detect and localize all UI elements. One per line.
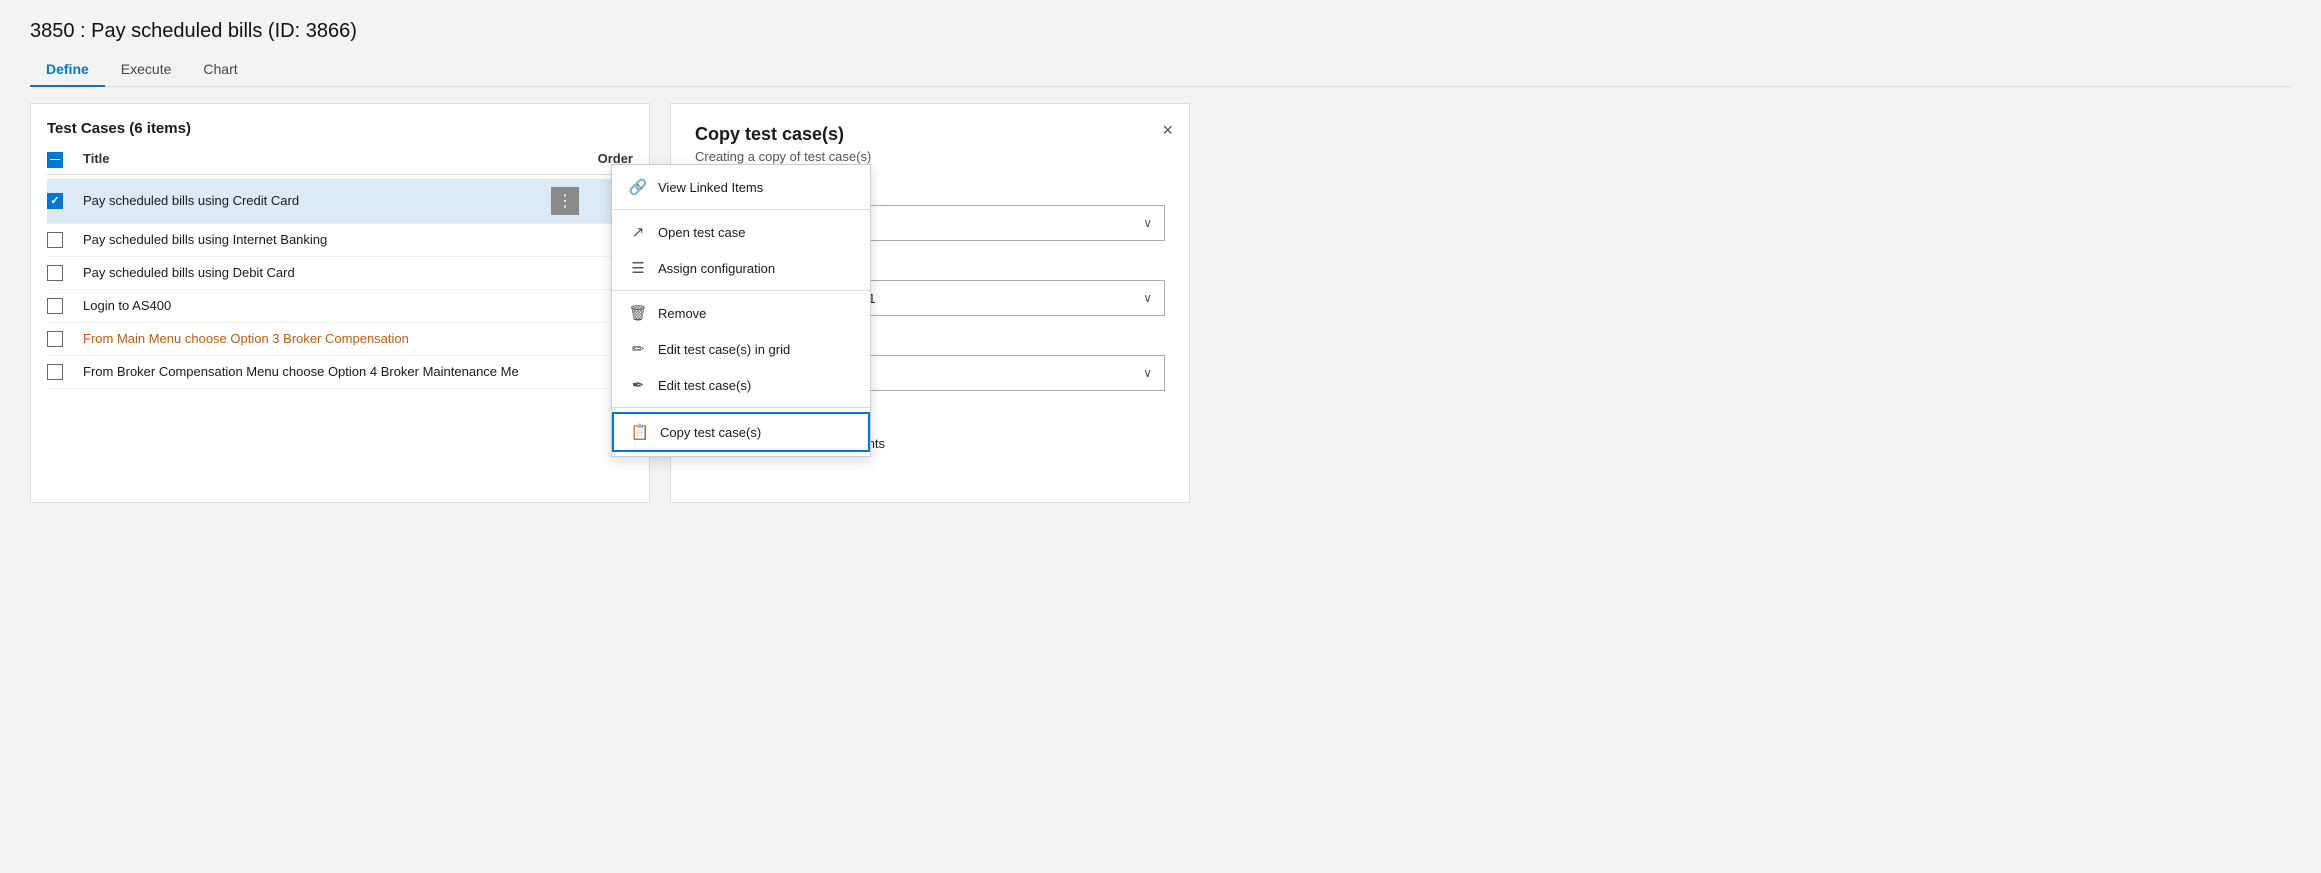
row-checkbox[interactable]	[47, 298, 83, 314]
edit-icon: ✒	[628, 376, 648, 394]
row-checkbox-6[interactable]	[47, 364, 63, 380]
tab-execute[interactable]: Execute	[105, 53, 188, 87]
main-layout: Test Cases (6 items) Title Order Pay sch…	[30, 103, 2291, 503]
table-row: From Broker Compensation Menu choose Opt…	[47, 356, 633, 389]
menu-label-copy-cases: Copy test case(s)	[660, 425, 761, 440]
table-row: Login to AS400 5	[47, 290, 633, 323]
row-checkbox[interactable]	[47, 265, 83, 281]
menu-item-remove[interactable]: 🗑 Remove	[612, 295, 870, 331]
tab-define[interactable]: Define	[30, 53, 105, 87]
row-checkbox-2[interactable]	[47, 232, 63, 248]
menu-label-remove: Remove	[658, 306, 706, 321]
context-menu: 🔗 View Linked Items ↗ Open test case ☰ A…	[611, 164, 871, 457]
menu-label-edit-cases: Edit test case(s)	[658, 378, 751, 393]
copy-panel-title: Copy test case(s)	[695, 124, 1165, 145]
config-icon: ☰	[628, 259, 648, 277]
menu-divider-1	[612, 209, 870, 210]
row-menu-button-1[interactable]: ⋮	[551, 187, 579, 215]
row-checkbox[interactable]	[47, 331, 83, 347]
close-button[interactable]: ×	[1162, 120, 1173, 141]
panel-title: Test Cases (6 items)	[47, 120, 633, 137]
row-title-5: From Main Menu choose Option 3 Broker Co…	[83, 331, 583, 346]
row-title-4: Login to AS400	[83, 298, 583, 313]
select-all-checkbox[interactable]	[47, 152, 63, 168]
link-icon: 🔗	[628, 178, 648, 196]
menu-divider-3	[612, 407, 870, 408]
trash-icon: 🗑	[628, 304, 648, 322]
linked-title-5[interactable]: From Main Menu choose Option 3 Broker Co…	[83, 331, 409, 346]
tab-chart[interactable]: Chart	[187, 53, 253, 87]
table-header: Title Order	[47, 149, 633, 175]
table-row: Pay scheduled bills using Internet Banki…	[47, 224, 633, 257]
open-icon: ↗	[628, 223, 648, 241]
chevron-down-icon: ∨	[1143, 291, 1152, 305]
menu-item-view-linked[interactable]: 🔗 View Linked Items	[612, 169, 870, 205]
menu-item-assign-config[interactable]: ☰ Assign configuration	[612, 250, 870, 286]
copy-icon: 📋	[630, 423, 650, 441]
row-title-6: From Broker Compensation Menu choose Opt…	[83, 364, 583, 379]
row-checkbox-1[interactable]	[47, 193, 63, 209]
edit-grid-icon: ✏	[628, 340, 648, 358]
row-title-3: Pay scheduled bills using Debit Card	[83, 265, 583, 280]
table-row: Pay scheduled bills using Credit Card ⋮ …	[47, 179, 633, 224]
chevron-down-icon: ∨	[1143, 216, 1152, 230]
copy-panel-subtitle: Creating a copy of test case(s)	[695, 149, 1165, 164]
menu-label-view-linked: View Linked Items	[658, 180, 763, 195]
menu-item-edit-cases[interactable]: ✒ Edit test case(s)	[612, 367, 870, 403]
table-row: Pay scheduled bills using Debit Card 4	[47, 257, 633, 290]
row-checkbox-5[interactable]	[47, 331, 63, 347]
menu-item-open-test-case[interactable]: ↗ Open test case	[612, 214, 870, 250]
test-cases-panel: Test Cases (6 items) Title Order Pay sch…	[30, 103, 650, 503]
page-title: 3850 : Pay scheduled bills (ID: 3866)	[30, 20, 2291, 43]
menu-label-open-test-case: Open test case	[658, 225, 745, 240]
row-checkbox-3[interactable]	[47, 265, 63, 281]
menu-label-edit-grid: Edit test case(s) in grid	[658, 342, 790, 357]
menu-item-copy-cases[interactable]: 📋 Copy test case(s)	[612, 412, 870, 452]
header-title-col: Title	[83, 151, 583, 166]
menu-label-assign-config: Assign configuration	[658, 261, 775, 276]
row-title-1: Pay scheduled bills using Credit Card	[83, 193, 551, 208]
row-checkbox-4[interactable]	[47, 298, 63, 314]
row-checkbox[interactable]	[47, 232, 83, 248]
header-checkbox-col	[47, 149, 83, 168]
row-checkbox[interactable]	[47, 364, 83, 380]
chevron-down-icon: ∨	[1143, 366, 1152, 380]
row-title-2: Pay scheduled bills using Internet Banki…	[83, 232, 583, 247]
menu-item-edit-grid[interactable]: ✏ Edit test case(s) in grid	[612, 331, 870, 367]
row-checkbox[interactable]	[47, 193, 83, 209]
tabs-container: Define Execute Chart	[30, 53, 2291, 87]
menu-divider-2	[612, 290, 870, 291]
table-row: From Main Menu choose Option 3 Broker Co…	[47, 323, 633, 356]
